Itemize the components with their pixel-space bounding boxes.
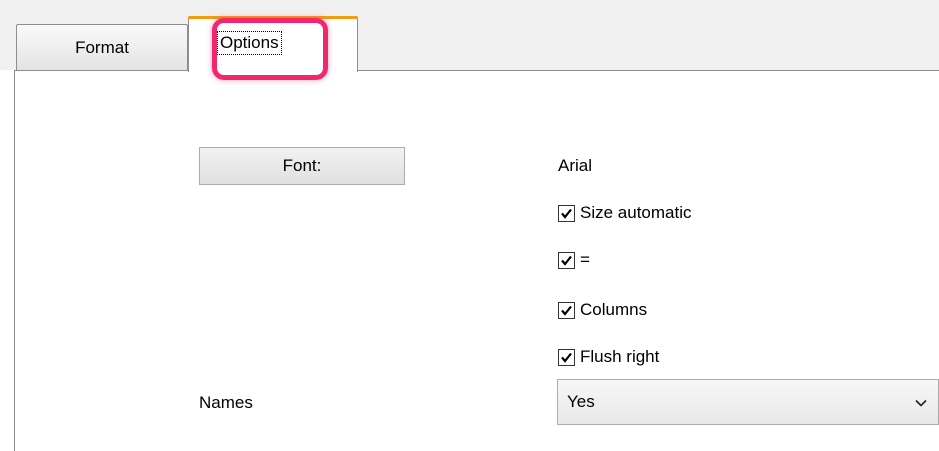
- checkbox-flush-right[interactable]: Flush right: [558, 346, 659, 368]
- tab-options[interactable]: Options: [188, 16, 358, 72]
- checkbox-label: Columns: [580, 300, 648, 319]
- tab-format[interactable]: Format: [16, 24, 188, 70]
- tab-format-label: Format: [75, 38, 129, 57]
- names-select[interactable]: Yes: [557, 379, 939, 425]
- checkbox-label: Flush right: [580, 347, 660, 366]
- checkbox-label: =: [580, 250, 590, 269]
- checkbox-columns[interactable]: Columns: [558, 299, 647, 321]
- font-value: Arial: [558, 156, 593, 175]
- checkbox-checked-icon[interactable]: [558, 301, 575, 319]
- checkbox-label: Size automatic: [580, 203, 692, 222]
- font-button[interactable]: Font:: [199, 147, 405, 185]
- checkbox-checked-icon[interactable]: [558, 204, 575, 222]
- names-label: Names: [199, 393, 253, 412]
- chevron-down-icon[interactable]: [914, 396, 928, 410]
- names-select-value: Yes: [567, 392, 595, 411]
- tab-options-label: Options: [217, 31, 282, 55]
- checkbox-checked-icon[interactable]: [558, 251, 575, 269]
- font-button-label: Font:: [282, 156, 322, 175]
- checkbox-size-automatic[interactable]: Size automatic: [558, 202, 692, 224]
- active-tab-accent: [188, 16, 358, 19]
- checkbox-equals[interactable]: =: [558, 249, 590, 271]
- checkbox-checked-icon[interactable]: [558, 348, 575, 366]
